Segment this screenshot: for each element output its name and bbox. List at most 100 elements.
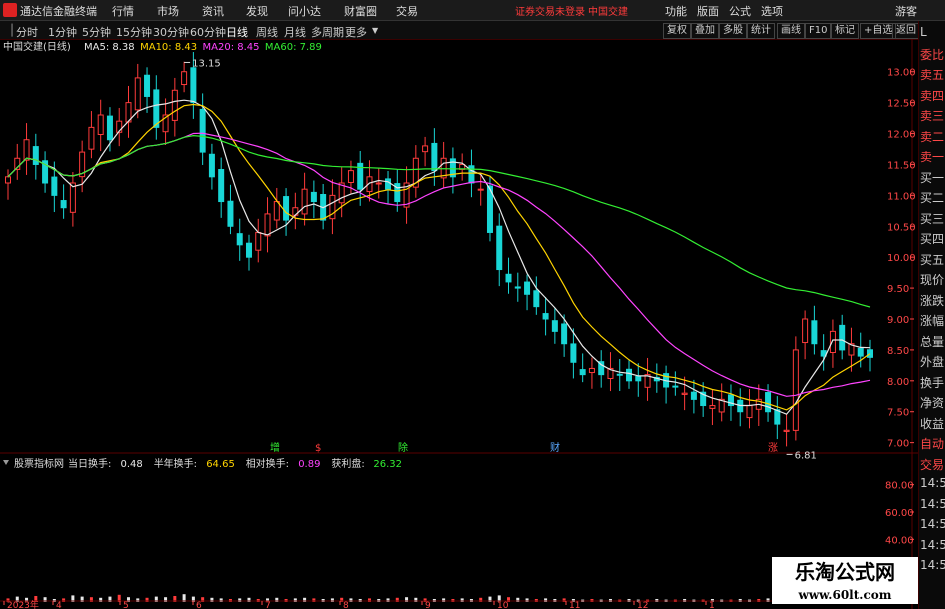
toolbar-stats-button[interactable]: 统计 xyxy=(747,23,775,39)
menu-options[interactable]: 选项 xyxy=(761,3,783,19)
candle-body xyxy=(181,71,188,86)
period-tab-more[interactable]: 更多 xyxy=(345,24,367,40)
period-tab-monthly[interactable]: 月线 xyxy=(284,24,306,40)
x-tick-label: 1 xyxy=(709,601,715,609)
login-warning[interactable]: 证券交易未登录 xyxy=(515,3,585,18)
watermark-url: www.60lt.com xyxy=(772,587,918,604)
sidebar-item[interactable]: 买一 xyxy=(920,169,945,186)
sidebar-item[interactable]: 换手 xyxy=(920,374,945,391)
candle-body xyxy=(385,178,392,190)
sidebar-item[interactable]: 买五 xyxy=(920,251,945,268)
period-tab-60min[interactable]: 60分钟 xyxy=(190,24,226,40)
sidebar-item[interactable]: 买四 xyxy=(920,230,945,247)
x-tick-label: 6 xyxy=(196,601,202,609)
sidebar-item[interactable]: 卖一 xyxy=(920,148,945,165)
candle-body xyxy=(774,409,781,425)
sidebar-item[interactable]: 总量 xyxy=(920,333,945,350)
candle-body xyxy=(190,67,197,104)
sub-y-tick-label: 60.00 xyxy=(885,508,914,519)
candle-body xyxy=(857,347,864,357)
sidebar-item[interactable]: 涨幅 xyxy=(920,312,945,329)
sidebar-item[interactable]: 买二 xyxy=(920,189,945,206)
candle-body xyxy=(783,429,790,432)
period-tab-30min[interactable]: 30分钟 xyxy=(153,24,189,40)
indicator-value: 64.65 xyxy=(206,459,235,470)
candle-body xyxy=(579,369,586,376)
candle-body xyxy=(144,74,151,97)
sidebar-item[interactable]: 14:50 xyxy=(920,497,945,511)
period-tab-weekly[interactable]: 周线 xyxy=(256,24,278,40)
sidebar-item[interactable]: 委比 xyxy=(920,46,945,63)
sidebar-item[interactable]: 14:50 xyxy=(920,538,945,552)
indicator-collapse-icon[interactable] xyxy=(3,460,9,465)
sidebar-item[interactable]: 14:50 xyxy=(920,558,945,572)
toolbar-overlay-button[interactable]: 叠加 xyxy=(691,23,719,39)
candle-body xyxy=(542,313,549,320)
toolbar-mark-button[interactable]: 标记 xyxy=(831,23,859,39)
x-tick-label: 12 xyxy=(637,601,648,609)
sidebar-item[interactable]: 收益 xyxy=(920,415,945,432)
period-tab-multi[interactable]: 多周期 xyxy=(311,24,344,40)
sidebar-item[interactable]: 卖三 xyxy=(920,107,945,124)
candle-body xyxy=(839,324,846,351)
menu-formula[interactable]: 公式 xyxy=(729,3,751,19)
toolbar-adjust-button[interactable]: 复权 xyxy=(663,23,691,39)
sidebar-item[interactable]: 自动 xyxy=(920,435,945,452)
menu-guest[interactable]: 游客 xyxy=(895,3,917,19)
menu-quotes[interactable]: 行情 xyxy=(112,3,134,19)
chart-area[interactable]: 中国交建(日线) MA5: 8.38 MA10: 8.43 MA20: 8.45 MA6… xyxy=(0,39,918,609)
menu-trade[interactable]: 交易 xyxy=(396,3,418,19)
menu-news[interactable]: 资讯 xyxy=(202,3,224,19)
candle-body xyxy=(431,142,438,172)
period-tab-intraday[interactable]: 分时 xyxy=(16,24,38,40)
sidebar-item[interactable]: 涨跌 xyxy=(920,292,945,309)
toolbar-f10-button[interactable]: F10 xyxy=(805,23,832,39)
sidebar-item[interactable]: L xyxy=(920,25,945,39)
candle-body xyxy=(616,373,623,376)
candle-body xyxy=(802,318,809,344)
sidebar-item[interactable]: 14:50 xyxy=(920,476,945,490)
sidebar-item[interactable]: 14:50 xyxy=(920,517,945,531)
toolbar-back-button[interactable]: 返回 xyxy=(892,23,920,39)
candle-body xyxy=(69,182,76,213)
menu-discover[interactable]: 发现 xyxy=(246,3,268,19)
indicator-label: 当日换手: xyxy=(68,457,111,470)
period-tab-5min[interactable]: 5分钟 xyxy=(82,24,111,40)
menu-market[interactable]: 市场 xyxy=(157,3,179,19)
sidebar-item[interactable]: 净资 xyxy=(920,394,945,411)
toolbar-add-watchlist-button[interactable]: +自选 xyxy=(860,23,897,39)
menu-function[interactable]: 功能 xyxy=(665,3,687,19)
more-dropdown-icon[interactable]: ▼ xyxy=(372,26,378,35)
menu-layout[interactable]: 版面 xyxy=(697,3,719,19)
sidebar-item[interactable]: 买三 xyxy=(920,210,945,227)
indicator-label: 相对换手: xyxy=(246,457,289,470)
sidebar-item[interactable]: 卖五 xyxy=(920,66,945,83)
sub-y-tick-label: 80.00 xyxy=(885,481,914,492)
period-tab-15min[interactable]: 15分钟 xyxy=(116,24,152,40)
sidebar-item[interactable]: 现价 xyxy=(920,271,945,288)
menu-ask[interactable]: 问小达 xyxy=(288,3,321,19)
period-tab-daily[interactable]: 日线 xyxy=(226,24,248,40)
sidebar-item[interactable]: 外盘 xyxy=(920,353,945,370)
period-toolbar: ▕ 分时 1分钟 5分钟 15分钟 30分钟 60分钟 日线 周线 月线 多周期… xyxy=(0,21,920,40)
current-stock-name: 中国交建 xyxy=(588,7,628,18)
ma-line-ma20 xyxy=(7,132,871,397)
y-tick-label: 8.00 xyxy=(887,377,909,388)
candle-body xyxy=(468,165,475,184)
sidebar-item[interactable]: 交易 xyxy=(920,456,945,473)
period-tab-1min[interactable]: 1分钟 xyxy=(48,24,77,40)
chart-title: 中国交建(日线) xyxy=(3,40,71,53)
toolbar-draw-button[interactable]: 画线 xyxy=(777,23,805,39)
quote-sidebar: L 委比卖五卖四卖三卖二卖一买一买二买三买四买五现价涨跌涨幅总量外盘换手净资收益自… xyxy=(918,21,945,609)
y-tick-label: 13.00 xyxy=(887,68,916,79)
toolbar-collapse-icon[interactable]: ▕ xyxy=(4,24,12,37)
sidebar-item[interactable]: 卖四 xyxy=(920,87,945,104)
y-tick-label: 10.00 xyxy=(887,253,916,264)
low-price-label: 6.81 xyxy=(795,450,817,461)
candle-body xyxy=(23,139,30,161)
toolbar-multistock-button[interactable]: 多股 xyxy=(719,23,747,39)
candle-body xyxy=(792,349,799,431)
sidebar-item[interactable]: 卖二 xyxy=(920,128,945,145)
menu-wealth[interactable]: 财富圈 xyxy=(344,3,377,19)
y-tick-label: 7.00 xyxy=(887,439,909,450)
